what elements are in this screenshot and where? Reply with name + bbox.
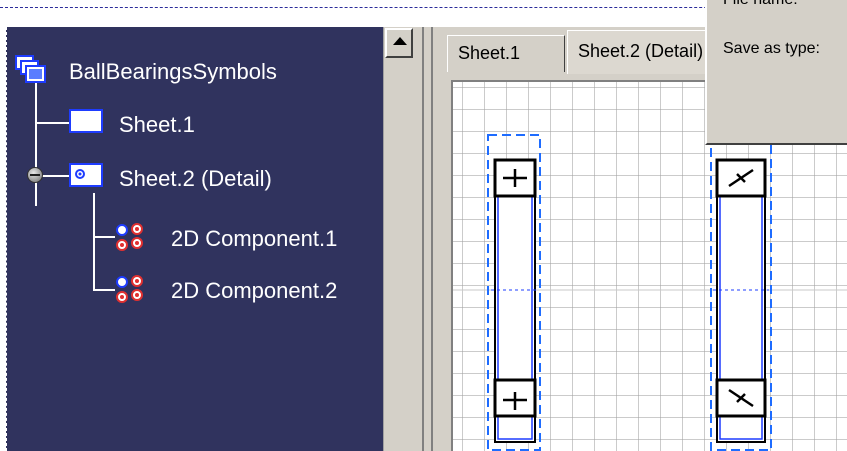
tree-connector	[35, 82, 37, 206]
sheet-icon	[69, 109, 103, 133]
arrow-up-icon	[393, 37, 407, 45]
splitter-line	[431, 27, 433, 451]
tab-sheet-2[interactable]: Sheet.2 (Detail)	[567, 30, 707, 74]
tab-sheet-1[interactable]: Sheet.1	[447, 35, 565, 72]
tab-sheet-1-label: Sheet.1	[458, 43, 521, 63]
tree-item-sheet-1[interactable]: Sheet.1	[69, 109, 369, 139]
tree-item-component-1[interactable]: 2D Component.1	[115, 223, 375, 253]
splitter-line	[422, 27, 424, 451]
component-icon	[116, 223, 143, 251]
tree-connector	[35, 122, 69, 124]
file-name-label: File name:	[723, 0, 798, 9]
tree-connector	[93, 193, 95, 291]
detail-sheet-icon	[69, 163, 103, 187]
tree-component-2-label: 2D Component.2	[171, 278, 338, 303]
tree-connector	[93, 236, 115, 238]
tree-connector	[93, 289, 115, 291]
panel-splitter[interactable]	[415, 27, 439, 451]
tree-sheet-2-label: Sheet.2 (Detail)	[119, 166, 272, 191]
drawing-root-icon	[15, 55, 46, 83]
tab-sheet-2-label: Sheet.2 (Detail)	[578, 41, 704, 61]
tree-vertical-scrollbar[interactable]	[383, 27, 416, 451]
specification-tree-panel[interactable]: BallBearingsSymbols Sheet.1 Sheet.2 (Det…	[6, 27, 383, 451]
tree-component-1-label: 2D Component.1	[171, 226, 338, 251]
save-as-dialog: File name: Save as type:	[705, 0, 847, 145]
scroll-up-button[interactable]	[385, 28, 413, 58]
tree-item-root[interactable]: BallBearingsSymbols	[15, 55, 375, 85]
tree-sheet-1-label: Sheet.1	[119, 112, 195, 137]
tree-item-component-2[interactable]: 2D Component.2	[115, 275, 375, 305]
collapse-node-icon[interactable]	[27, 167, 43, 183]
save-as-type-label: Save as type:	[723, 40, 820, 57]
component-icon	[116, 275, 143, 303]
tree-item-sheet-2[interactable]: Sheet.2 (Detail)	[69, 163, 369, 193]
tree-root-label: BallBearingsSymbols	[69, 59, 277, 84]
